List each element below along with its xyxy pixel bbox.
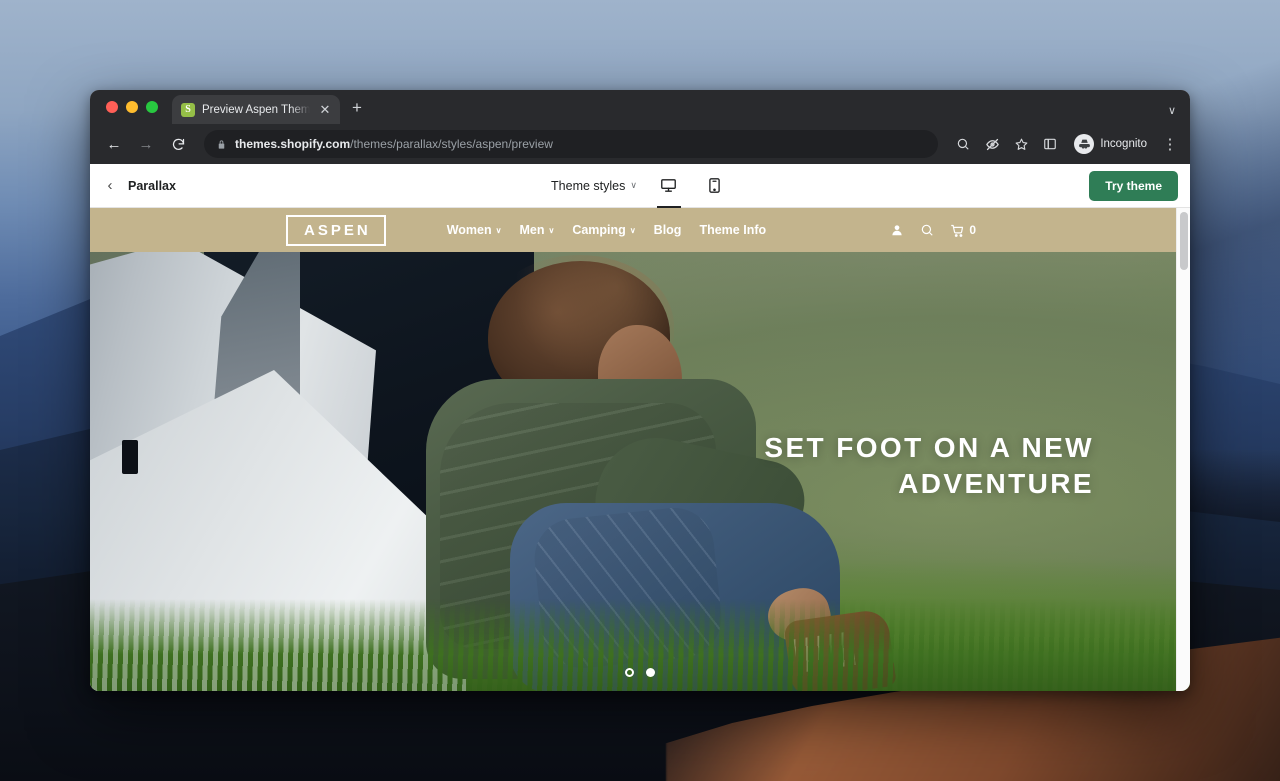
url-domain: themes.shopify.com [235, 137, 351, 151]
store-header-actions: 0 [890, 223, 976, 238]
slideshow-dot-1[interactable] [625, 668, 634, 677]
store-logo[interactable]: ASPEN [286, 214, 386, 246]
search-icon[interactable] [950, 131, 976, 157]
side-panel-icon[interactable] [1037, 131, 1063, 157]
incognito-profile-button[interactable]: Incognito [1070, 131, 1157, 157]
address-bar-url: themes.shopify.com/themes/parallax/style… [235, 137, 553, 151]
chevron-down-icon: ∨ [630, 180, 637, 190]
menu-item-camping[interactable]: Camping ∨ [572, 223, 635, 237]
browser-toolbar: ← → themes.shopify.com/themes/parallax/s… [90, 124, 1190, 164]
chevron-down-icon: ∨ [629, 225, 636, 235]
mobile-view-button[interactable] [701, 164, 729, 208]
browser-tab-strip: S Preview Aspen Theme - Paralla ✕ + ∨ [90, 90, 1190, 124]
site-preview-frame: ASPEN Women ∨ Men ∨ Camping ∨ Blog Theme… [90, 208, 1190, 691]
browser-tab-active[interactable]: S Preview Aspen Theme - Paralla ✕ [172, 95, 340, 124]
hero-heading: SET FOOT ON A NEW ADVENTURE [614, 430, 1094, 502]
lock-icon [216, 139, 227, 150]
incognito-label: Incognito [1100, 138, 1147, 150]
reload-button[interactable] [164, 130, 192, 158]
account-icon[interactable] [890, 223, 904, 237]
slideshow-dots [90, 668, 1190, 677]
site-scrollbar[interactable] [1176, 208, 1190, 691]
incognito-avatar [1074, 134, 1095, 154]
search-icon[interactable] [920, 223, 934, 237]
hero-heading-line-2: ADVENTURE [898, 467, 1094, 499]
slideshow-dot-2[interactable] [646, 668, 655, 677]
minimize-window-button[interactable] [126, 101, 138, 113]
cart-button[interactable]: 0 [950, 223, 976, 238]
menu-item-label: Men [519, 223, 545, 237]
browser-window: S Preview Aspen Theme - Paralla ✕ + ∨ ← … [90, 90, 1190, 691]
cart-count: 0 [969, 223, 976, 237]
eye-off-icon[interactable] [979, 131, 1005, 157]
menu-item-blog[interactable]: Blog [654, 223, 682, 237]
forward-button[interactable]: → [132, 130, 160, 158]
store-header: ASPEN Women ∨ Men ∨ Camping ∨ Blog Theme… [90, 208, 1190, 252]
address-bar[interactable]: themes.shopify.com/themes/parallax/style… [204, 130, 939, 158]
preview-center-controls: Theme styles ∨ [90, 164, 1190, 208]
menu-item-women[interactable]: Women ∨ [447, 223, 502, 237]
hero-heading-line-1: SET FOOT ON A NEW [764, 432, 1094, 463]
theme-styles-label: Theme styles [551, 178, 626, 193]
desktop-view-button[interactable] [655, 164, 683, 208]
theme-preview-bar: ‹ Parallax Theme styles ∨ Try theme [90, 164, 1190, 208]
chevron-down-icon: ∨ [548, 225, 555, 235]
desktop-wallpaper: S Preview Aspen Theme - Paralla ✕ + ∨ ← … [0, 0, 1280, 781]
chevron-down-icon[interactable]: ∨ [1168, 104, 1176, 117]
site-scrollbar-thumb[interactable] [1180, 212, 1188, 270]
bookmark-star-icon[interactable] [1008, 131, 1034, 157]
menu-item-men[interactable]: Men ∨ [519, 223, 554, 237]
chevron-left-icon[interactable]: ‹ [102, 177, 118, 194]
menu-item-theme-info[interactable]: Theme Info [699, 223, 766, 237]
theme-name-label: Parallax [128, 178, 176, 193]
store-main-menu: Women ∨ Men ∨ Camping ∨ Blog Theme Info [447, 223, 766, 237]
tent-zipper-tab [122, 440, 138, 474]
foreground-grass [90, 599, 1190, 691]
maximize-window-button[interactable] [146, 101, 158, 113]
preview-back-group[interactable]: ‹ Parallax [102, 177, 176, 194]
chevron-down-icon: ∨ [495, 225, 502, 235]
window-traffic-lights [90, 101, 158, 124]
try-theme-button[interactable]: Try theme [1089, 170, 1178, 201]
close-tab-icon[interactable]: ✕ [317, 103, 333, 116]
toolbar-icons: Incognito ⋮ [950, 131, 1180, 157]
close-window-button[interactable] [106, 101, 118, 113]
back-button[interactable]: ← [100, 130, 128, 158]
shopify-favicon: S [181, 102, 195, 117]
new-tab-button[interactable]: + [352, 99, 362, 116]
menu-item-label: Camping [572, 223, 626, 237]
url-path: /themes/parallax/styles/aspen/preview [350, 137, 553, 151]
theme-styles-dropdown[interactable]: Theme styles ∨ [551, 179, 637, 193]
favicon-letter: S [185, 103, 191, 115]
browser-menu-button[interactable]: ⋮ [1160, 135, 1180, 153]
browser-tab-title: Preview Aspen Theme - Paralla [202, 103, 310, 116]
hero-slideshow: SET FOOT ON A NEW ADVENTURE [90, 252, 1190, 691]
menu-item-label: Women [446, 223, 492, 237]
